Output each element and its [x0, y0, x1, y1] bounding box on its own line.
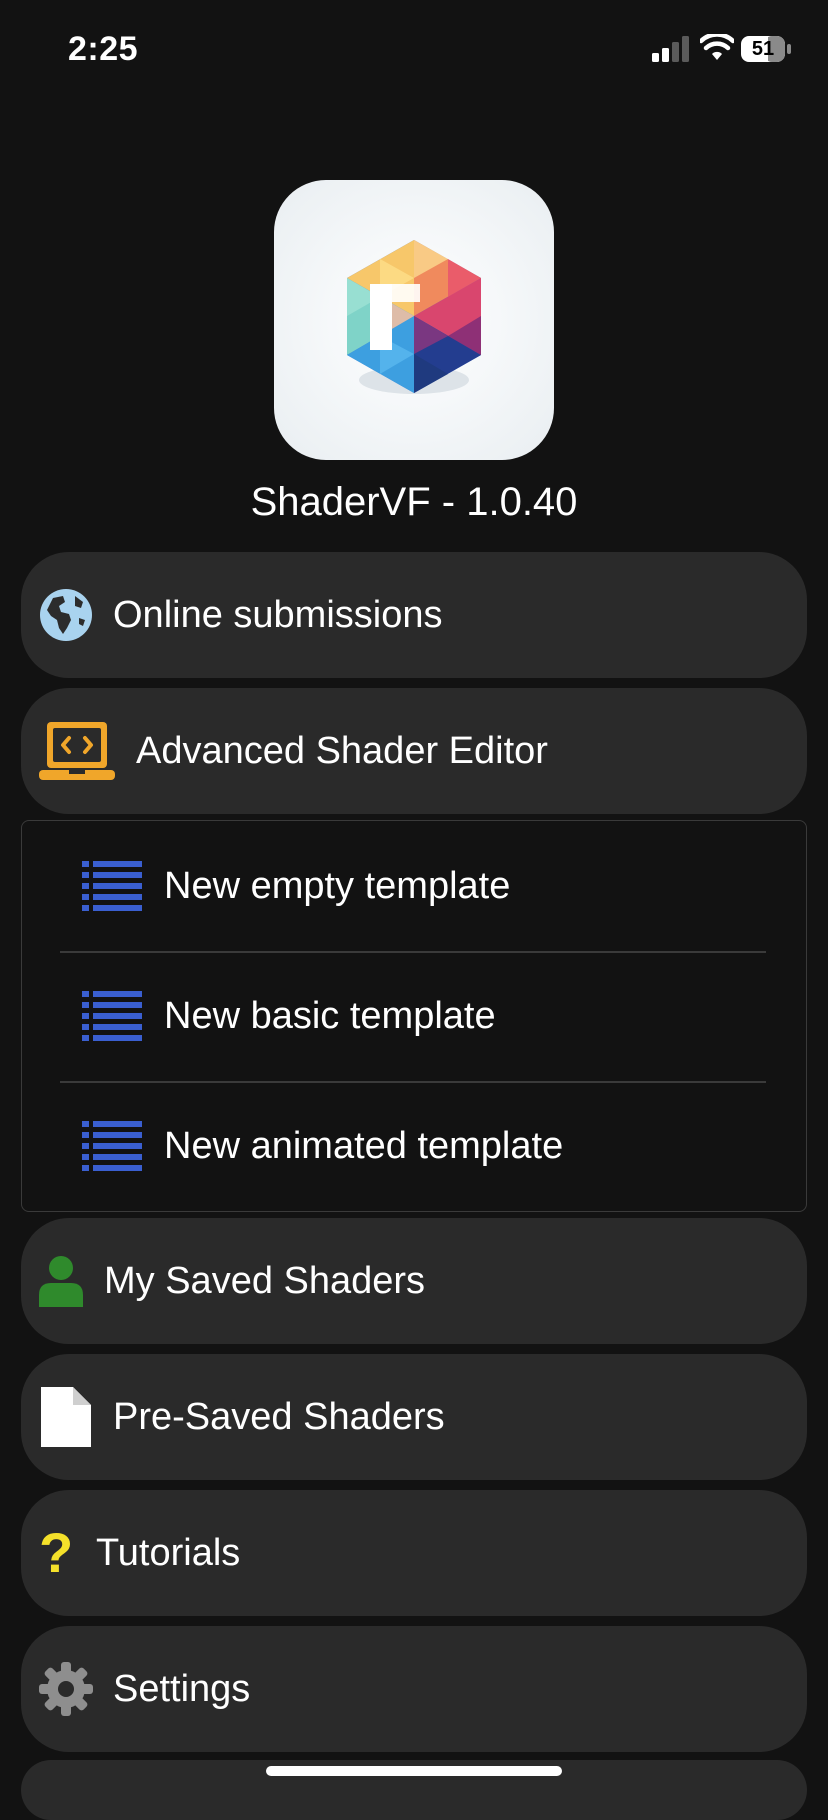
tutorials-button[interactable]: ? Tutorials [21, 1490, 807, 1616]
advanced-shader-editor-label: Advanced Shader Editor [136, 730, 548, 772]
battery-level: 51 [751, 38, 775, 60]
list-icon [82, 861, 142, 911]
status-time: 2:25 [68, 30, 139, 68]
wifi-icon [700, 34, 734, 60]
cellular-signal-icon [652, 36, 689, 62]
new-basic-template-label: New basic template [164, 995, 496, 1037]
pre-saved-shaders-button[interactable]: Pre-Saved Shaders [21, 1354, 807, 1480]
status-bar: 2:25 51 [0, 0, 828, 100]
new-empty-template-item[interactable]: New empty template [22, 821, 806, 951]
globe-icon [40, 589, 92, 641]
hexagon-logo-icon [347, 240, 481, 394]
my-saved-shaders-label: My Saved Shaders [104, 1260, 426, 1302]
laptop-code-icon [39, 722, 115, 780]
person-icon [39, 1256, 83, 1307]
new-basic-template-item[interactable]: New basic template [22, 951, 806, 1081]
settings-label: Settings [113, 1668, 251, 1710]
tutorials-label: Tutorials [96, 1532, 241, 1574]
pre-saved-shaders-label: Pre-Saved Shaders [113, 1396, 445, 1438]
document-icon [41, 1387, 91, 1447]
list-icon [82, 991, 142, 1041]
new-animated-template-label: New animated template [164, 1125, 564, 1167]
question-mark-icon: ? [39, 1521, 74, 1584]
online-submissions-button[interactable]: Online submissions [21, 552, 807, 678]
gear-icon [39, 1662, 93, 1716]
settings-button[interactable]: Settings [21, 1626, 807, 1752]
app-logo [274, 180, 554, 460]
list-icon [82, 1121, 142, 1171]
template-submenu: New empty template New basic template Ne… [21, 820, 807, 1212]
battery-indicator: 51 [740, 34, 792, 64]
advanced-shader-editor-button[interactable]: Advanced Shader Editor [21, 688, 807, 814]
online-submissions-label: Online submissions [113, 594, 443, 636]
my-saved-shaders-button[interactable]: My Saved Shaders [21, 1218, 807, 1344]
home-indicator[interactable] [266, 1766, 562, 1776]
new-empty-template-label: New empty template [164, 865, 511, 907]
app-title: ShaderVF - 1.0.40 [250, 480, 578, 524]
new-animated-template-item[interactable]: New animated template [22, 1081, 806, 1211]
